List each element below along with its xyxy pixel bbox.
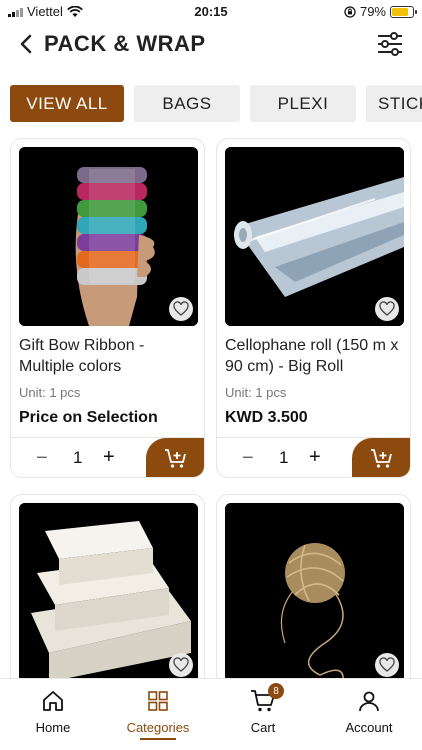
nav-home-label: Home: [35, 720, 71, 735]
chip-stickers[interactable]: STICKERS: [366, 85, 422, 122]
quantity-stepper: − 1 +: [217, 437, 410, 477]
decrease-quantity-button[interactable]: −: [242, 447, 254, 470]
heart-icon: [379, 657, 395, 672]
filter-sliders-icon[interactable]: [376, 30, 404, 58]
back-chevron-icon[interactable]: [16, 30, 38, 58]
nav-categories-label: Categories: [126, 720, 190, 735]
cart-plus-icon: [165, 449, 186, 468]
active-tab-indicator: [140, 738, 176, 740]
product-name[interactable]: Gift Bow Ribbon - Multiple colors: [19, 335, 199, 377]
heart-icon: [173, 301, 189, 316]
nav-cart-label: Cart: [250, 720, 276, 735]
cart-plus-icon: [371, 449, 392, 468]
favorite-button[interactable]: [375, 653, 399, 677]
product-name[interactable]: Cellophane roll (150 m x 90 cm) - Big Ro…: [225, 335, 405, 377]
chip-view-all[interactable]: VIEW ALL: [10, 85, 124, 122]
nav-categories[interactable]: Categories: [113, 689, 203, 740]
cellophane-roll-image: [225, 147, 404, 326]
favorite-button[interactable]: [169, 297, 193, 321]
chip-bags[interactable]: BAGS: [134, 85, 240, 122]
page-header: PACK & WRAP: [0, 28, 422, 62]
product-card[interactable]: Gift Bow Ribbon - Multiple colors Unit: …: [10, 138, 205, 478]
home-icon: [43, 691, 63, 711]
product-image[interactable]: [19, 503, 198, 682]
grid-icon: [148, 691, 168, 711]
increase-quantity-button[interactable]: +: [309, 446, 321, 469]
nav-account-label: Account: [345, 720, 393, 735]
increase-quantity-button[interactable]: +: [103, 446, 115, 469]
product-image[interactable]: [225, 503, 404, 682]
cart-count-badge: 8: [268, 683, 284, 699]
nav-account[interactable]: Account: [324, 689, 414, 735]
favorite-button[interactable]: [375, 297, 399, 321]
decrease-quantity-button[interactable]: −: [36, 447, 48, 470]
product-image[interactable]: [19, 147, 198, 326]
heart-icon: [173, 657, 189, 672]
bottom-nav: Home Categories 8 Cart Account: [0, 678, 422, 750]
product-card[interactable]: [216, 494, 411, 694]
battery-icon: [390, 5, 417, 18]
add-to-cart-button[interactable]: [146, 438, 204, 477]
product-unit: Unit: 1 pcs: [225, 385, 287, 400]
nav-home[interactable]: Home: [8, 689, 98, 735]
user-icon: [359, 691, 379, 712]
product-card[interactable]: Cellophane roll (150 m x 90 cm) - Big Ro…: [216, 138, 411, 478]
quantity-value: 1: [279, 448, 289, 467]
battery-percent: 79%: [359, 4, 386, 19]
twine-ball-image: [225, 503, 404, 682]
chip-plexi[interactable]: PLEXI: [250, 85, 356, 122]
plexi-boxes-image: [19, 503, 198, 682]
orientation-lock-icon: [344, 5, 356, 18]
quantity-stepper: − 1 +: [11, 437, 204, 477]
product-card[interactable]: [10, 494, 205, 694]
favorite-button[interactable]: [169, 653, 193, 677]
status-right: 79%: [344, 4, 417, 19]
page-title: PACK & WRAP: [44, 31, 206, 56]
product-unit: Unit: 1 pcs: [19, 385, 81, 400]
heart-icon: [379, 301, 395, 316]
add-to-cart-button[interactable]: [352, 438, 410, 477]
product-price: KWD 3.500: [225, 409, 308, 426]
status-bar: Viettel 20:15 79%: [0, 0, 422, 24]
category-chips: VIEW ALL BAGS PLEXI STICKERS: [10, 85, 422, 122]
ribbon-stack-image: [19, 147, 198, 326]
battery-fill: [392, 7, 408, 16]
product-image[interactable]: [225, 147, 404, 326]
nav-cart[interactable]: 8 Cart: [218, 683, 308, 735]
product-price: Price on Selection: [19, 409, 158, 426]
quantity-value: 1: [73, 448, 83, 467]
